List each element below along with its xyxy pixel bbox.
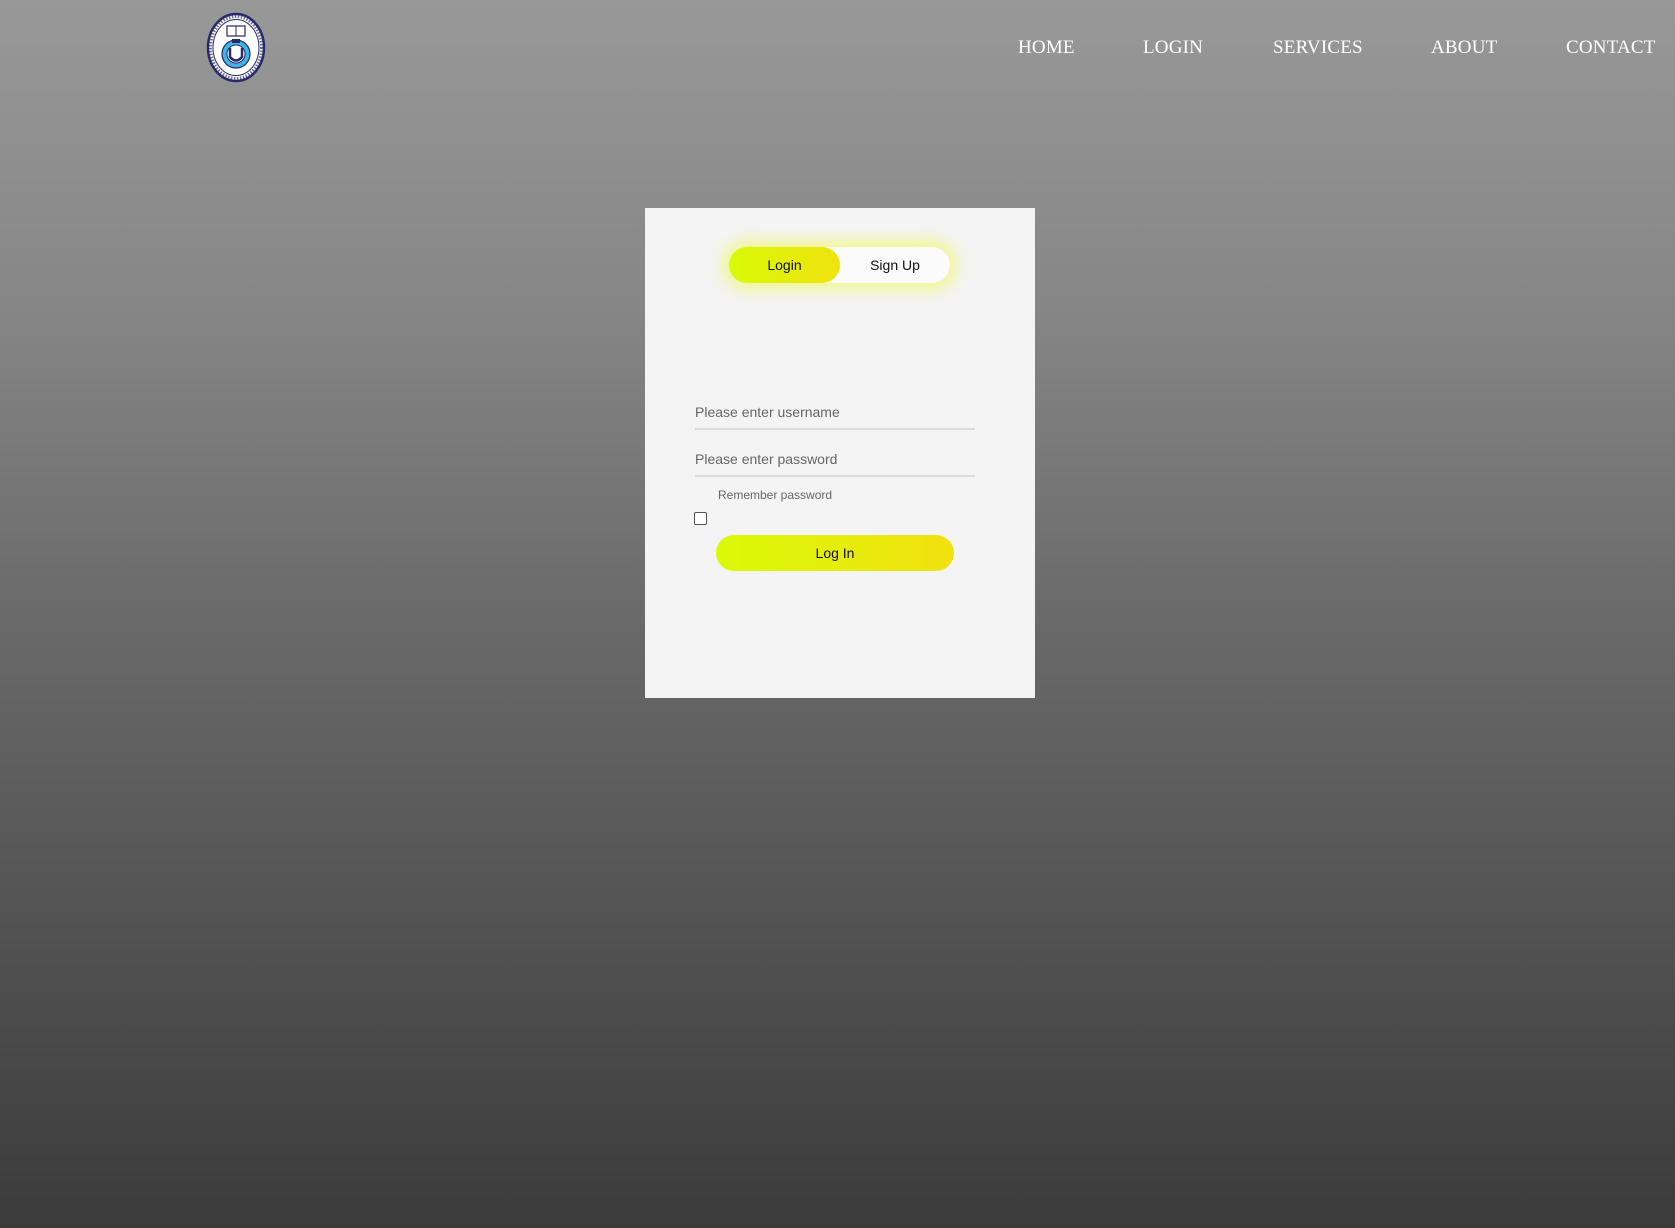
login-card: Login Sign Up Remember password Log In — [645, 208, 1035, 698]
remember-password-label: Remember password — [718, 488, 833, 502]
auth-mode-switch: Login Sign Up — [729, 247, 950, 283]
password-input[interactable] — [695, 443, 975, 477]
log-in-button[interactable]: Log In — [716, 535, 954, 571]
nav-item-home[interactable]: HOME — [1018, 37, 1075, 59]
main-nav: HOME LOGIN SERVICES ABOUT CONTACT — [0, 37, 1675, 61]
site-header: HOME LOGIN SERVICES ABOUT CONTACT — [0, 0, 1675, 100]
nav-item-about[interactable]: ABOUT — [1431, 37, 1497, 59]
signup-tab[interactable]: Sign Up — [840, 247, 950, 283]
username-input[interactable] — [695, 396, 975, 430]
remember-password-checkbox[interactable] — [694, 512, 707, 525]
nav-item-services[interactable]: SERVICES — [1273, 37, 1363, 59]
login-tab[interactable]: Login — [729, 247, 840, 283]
nav-item-login[interactable]: LOGIN — [1143, 37, 1203, 59]
nav-item-contact[interactable]: CONTACT — [1566, 37, 1656, 59]
